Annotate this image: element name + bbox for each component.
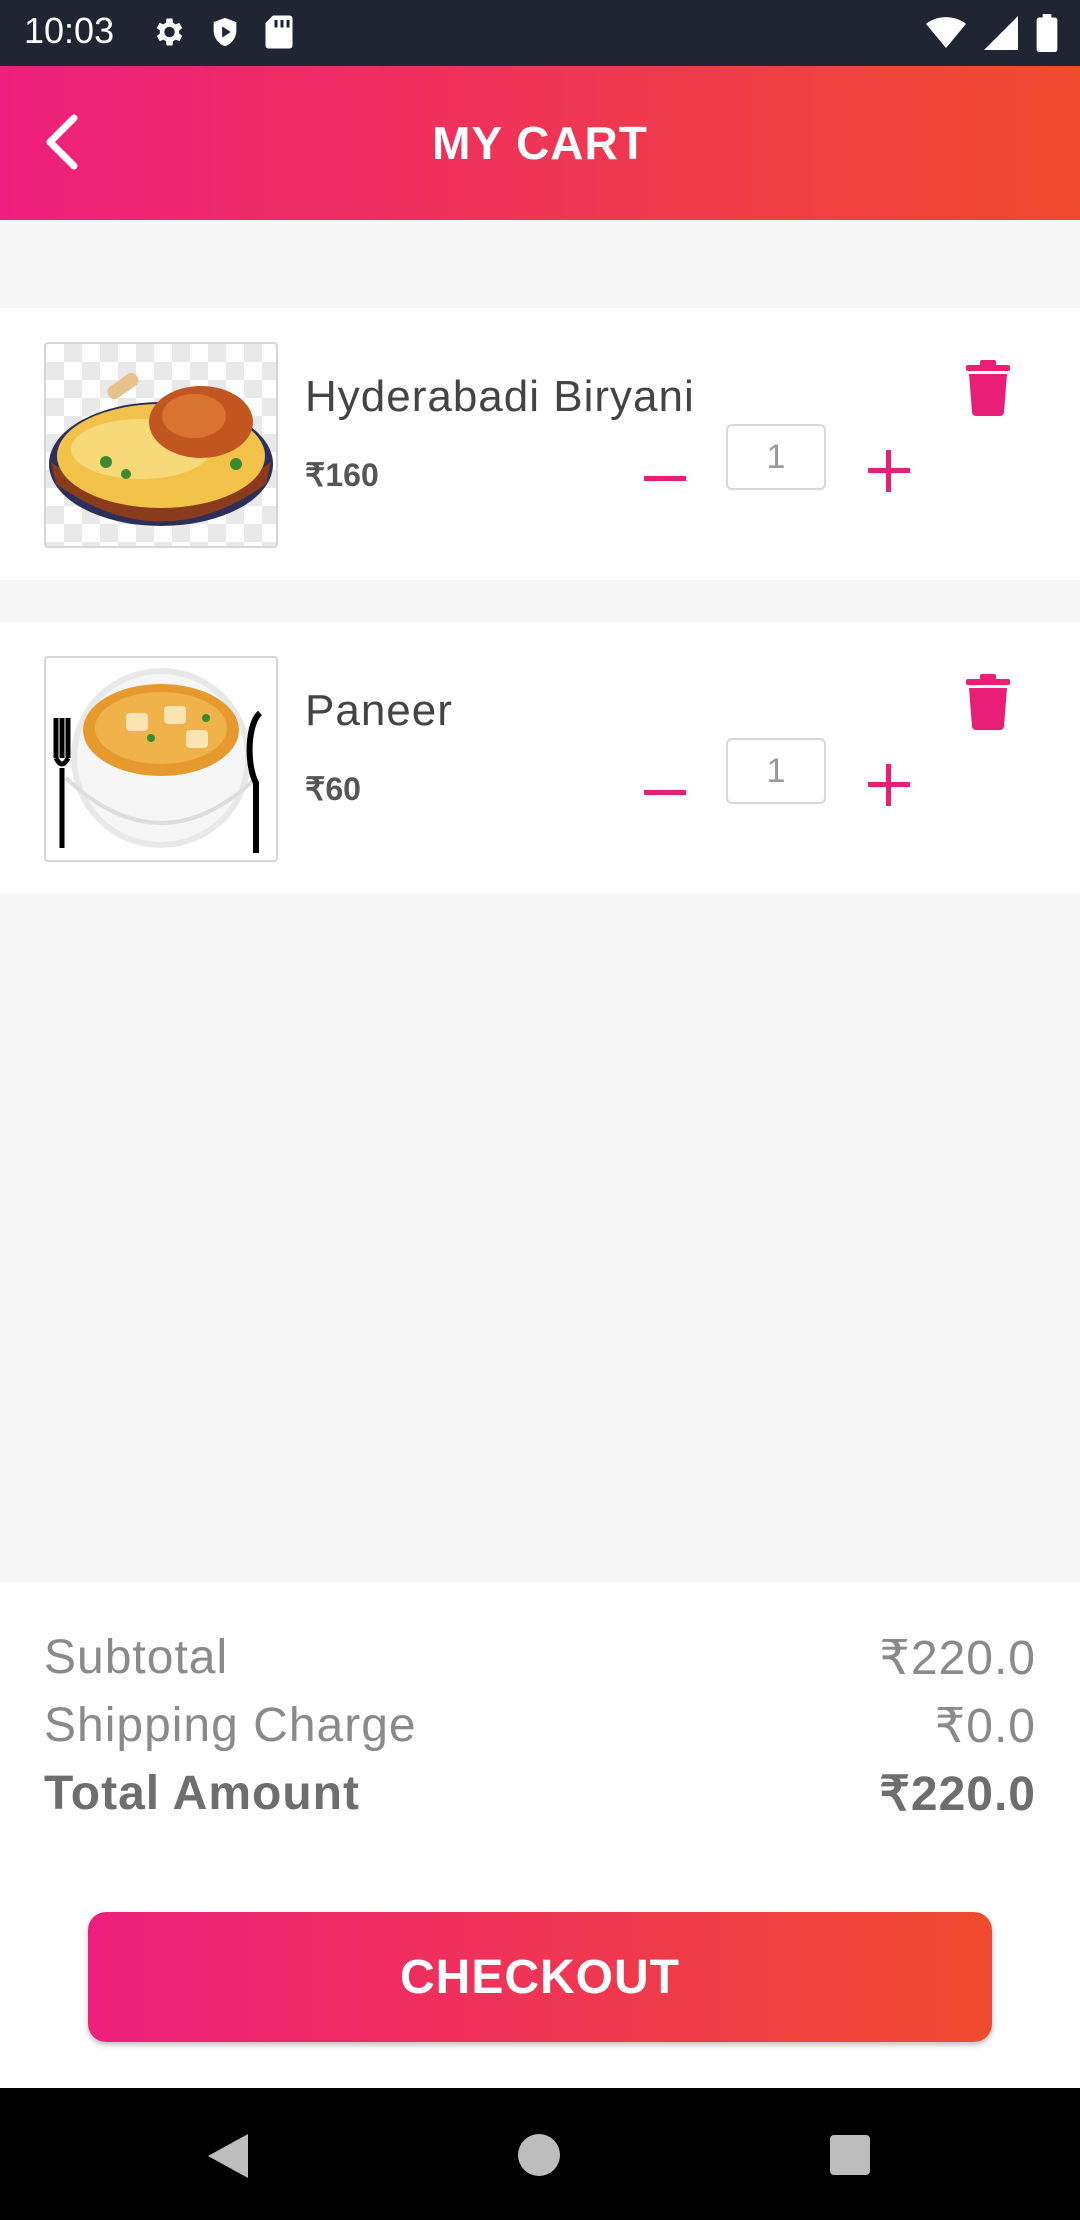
nav-recents-icon[interactable] [830,2135,870,2175]
battery-icon [1036,14,1058,52]
decrease-quantity-button[interactable] [640,772,690,812]
order-summary: Subtotal ₹220.0 Shipping Charge ₹0.0 Tot… [0,1582,1080,2088]
item-image-biryani [44,342,278,548]
page-title: MY CART [432,117,648,169]
checkout-button[interactable]: CHECKOUT [88,1912,992,2042]
status-bar: 10:03 [0,0,1080,66]
nav-back-icon[interactable] [206,2132,250,2180]
item-price: ₹160 [305,457,379,493]
subtotal-value: ₹220.0 [879,1632,1036,1685]
nav-home-icon[interactable] [518,2134,560,2176]
minus-icon [644,790,686,795]
trash-icon [966,674,1010,730]
signal-icon [984,16,1018,50]
item-image-paneer [44,656,278,862]
app-bar: MY CART [0,66,1080,220]
system-nav-bar [0,2088,1080,2220]
quantity-field[interactable] [726,738,826,804]
quantity-field[interactable] [726,424,826,490]
increase-quantity-button[interactable] [864,446,914,496]
wifi-icon [926,17,966,48]
cart-item: Hyderabadi Biryani ₹160 [0,308,1080,580]
plus-icon [868,450,910,492]
shipping-label: Shipping Charge [44,1699,417,1752]
cart-item: Paneer ₹60 [0,622,1080,894]
minus-icon [644,476,686,481]
delete-item-button[interactable] [965,360,1011,416]
trash-icon [966,360,1010,416]
plus-icon [868,764,910,806]
status-icons-right [926,14,1058,52]
increase-quantity-button[interactable] [864,760,914,810]
item-name: Hyderabadi Biryani [305,372,695,421]
subtotal-label: Subtotal [44,1631,229,1684]
sd-card-icon [265,15,293,49]
item-price: ₹60 [305,771,361,807]
shield-icon [213,17,237,47]
gear-icon [156,18,183,46]
total-value: ₹220.0 [879,1768,1036,1821]
status-icons-left [150,14,294,50]
status-time: 10:03 [24,10,115,51]
shipping-value: ₹0.0 [934,1700,1036,1753]
item-name: Paneer [305,686,453,735]
delete-item-button[interactable] [965,674,1011,730]
total-label: Total Amount [44,1767,360,1820]
decrease-quantity-button[interactable] [640,458,690,498]
